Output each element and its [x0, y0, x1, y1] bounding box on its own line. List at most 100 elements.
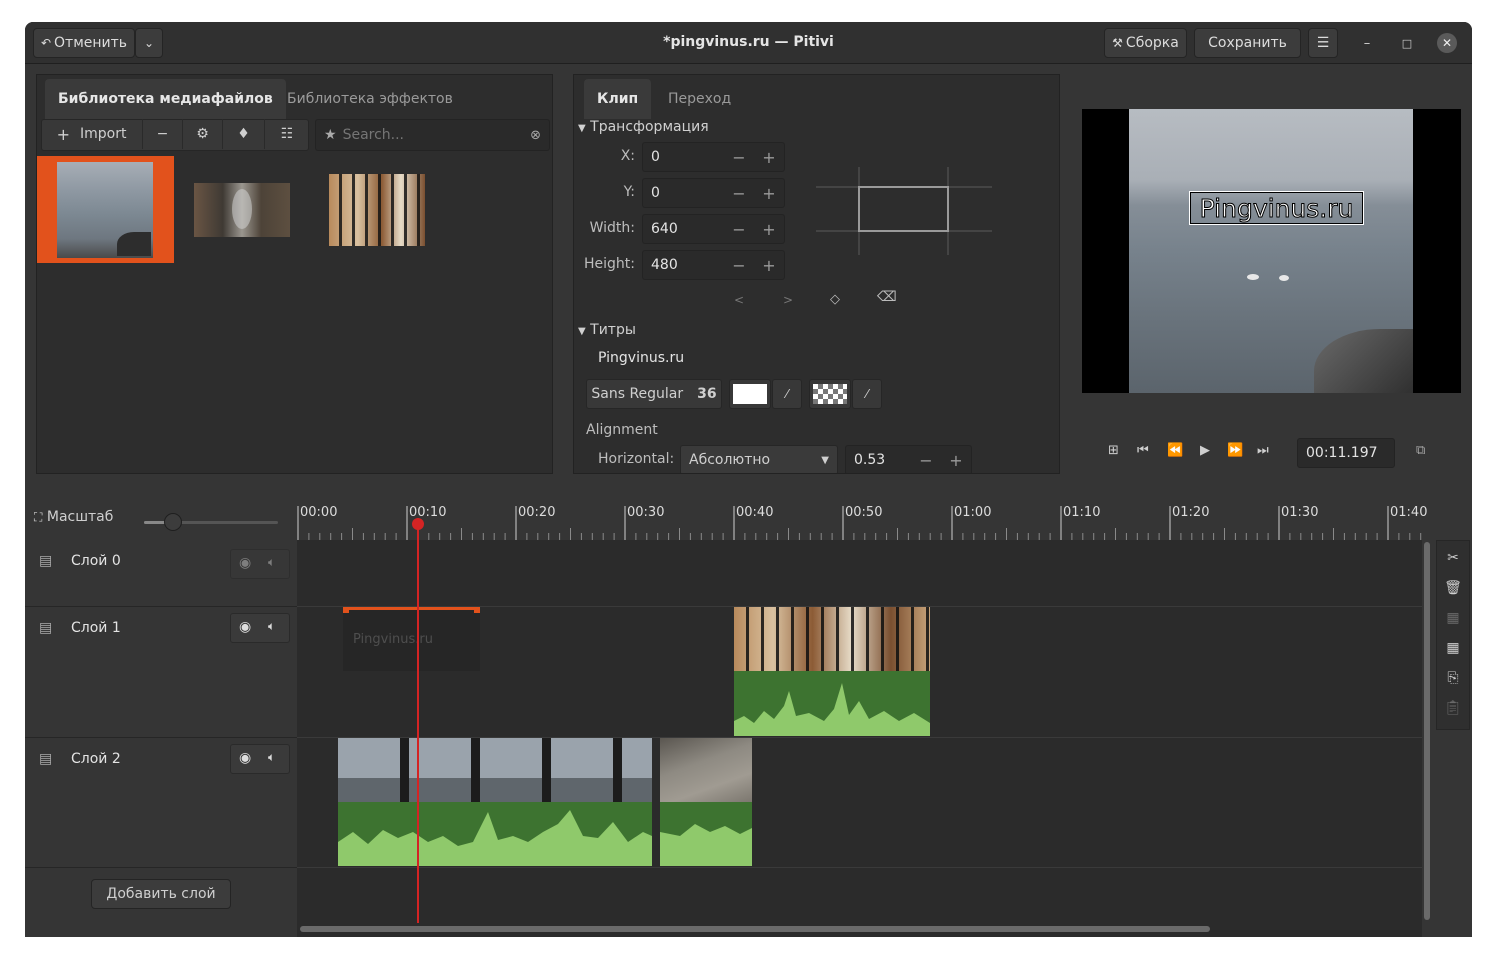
ruler-label: 00:50 — [845, 505, 883, 520]
paste-button[interactable]: 📋︎ — [1438, 693, 1468, 723]
decrement-icon[interactable]: − — [724, 184, 754, 203]
media-thumbnail[interactable] — [329, 174, 425, 246]
list-view-button[interactable]: ☷ — [265, 119, 309, 149]
horizontal-alignment-dropdown[interactable]: Абсолютно ▼ — [680, 445, 838, 473]
rewind-icon[interactable]: ⏪ — [1167, 443, 1183, 458]
redo-button[interactable]: ⌄ — [135, 28, 163, 58]
audio-waveform[interactable] — [338, 802, 652, 866]
ungroup-button[interactable]: ▦ — [1438, 603, 1468, 633]
search-input[interactable] — [342, 127, 531, 143]
copy-button[interactable]: ⎘ — [1438, 663, 1468, 693]
width-spinbox[interactable]: 640 − + — [642, 214, 785, 244]
title-overlay-box[interactable]: Pingvinus.ru — [1189, 191, 1364, 225]
search-box[interactable]: ★ ⊗ — [315, 119, 550, 151]
increment-icon[interactable]: + — [754, 220, 784, 239]
clip-properties-button[interactable]: ⚙ — [183, 119, 223, 149]
zoom-fit-button[interactable]: ⛶ Масштаб — [34, 509, 113, 525]
zoom-slider-handle[interactable] — [164, 513, 182, 531]
increment-icon[interactable]: + — [754, 148, 784, 167]
prev-keyframe-icon[interactable]: < — [734, 293, 744, 307]
timecode-entry[interactable]: 00:11.197 — [1297, 438, 1395, 468]
close-button[interactable]: ✕ — [1437, 33, 1457, 53]
tab-clip[interactable]: Клип — [584, 79, 652, 119]
import-button[interactable]: + Import — [41, 119, 143, 149]
minimize-button[interactable]: – — [1357, 33, 1377, 53]
menu-button[interactable]: ☰ — [1308, 28, 1338, 58]
video-clip-ground[interactable] — [660, 738, 752, 802]
title-clip[interactable]: Pingvinus.ru — [343, 607, 480, 671]
audio-waveform[interactable] — [660, 802, 752, 866]
tab-transition[interactable]: Переход — [655, 79, 744, 119]
remove-media-button[interactable]: − — [143, 119, 183, 149]
zoom-slider[interactable] — [144, 513, 278, 531]
play-icon[interactable]: ▶ — [1200, 443, 1210, 458]
audio-speaker-icon[interactable]: 🔈︎ — [268, 619, 275, 634]
fullscreen-grid-icon[interactable]: ⊞ — [1108, 443, 1119, 458]
text-color-picker-button[interactable]: ⁄ — [772, 379, 802, 409]
audio-waveform[interactable] — [734, 671, 930, 736]
background-color-button[interactable] — [809, 379, 851, 409]
layer-track-2[interactable] — [297, 738, 1422, 868]
height-spinbox[interactable]: 480 − + — [642, 250, 785, 280]
bg-color-picker-button[interactable]: ⁄ — [852, 379, 882, 409]
video-clip-lake[interactable] — [338, 738, 652, 802]
audio-speaker-icon[interactable]: 🔈︎ — [268, 555, 275, 570]
video-clip-tiger[interactable] — [734, 607, 930, 671]
undo-button[interactable]: ↶ Отменить — [33, 28, 135, 58]
tab-effects-library[interactable]: Библиотека эффектов — [274, 79, 466, 119]
visibility-eye-icon[interactable]: ◉ — [239, 750, 251, 766]
timeline-ruler[interactable]: 00:00 00:10 00:20 00:30 00:40 00:50 01:00 01:10… — [297, 500, 1427, 540]
maximize-button[interactable]: □ — [1397, 33, 1417, 53]
split-clip-button[interactable]: ✂ — [1438, 543, 1468, 573]
layer-track-0[interactable] — [297, 540, 1422, 607]
layer-header-0: ▤ Слой 0 ◉ 🔈︎ — [25, 540, 297, 607]
media-thumbnail[interactable] — [194, 183, 290, 237]
increment-icon[interactable]: + — [754, 256, 784, 275]
horizontal-value-spinbox[interactable]: 0.53 − + — [845, 445, 972, 473]
transform-preview[interactable] — [816, 167, 992, 255]
title-text-field[interactable]: Pingvinus.ru — [598, 350, 684, 366]
clear-search-icon[interactable]: ⊗ — [530, 128, 541, 143]
audio-speaker-icon[interactable]: 🔈︎ — [268, 750, 275, 765]
star-icon: ★ — [324, 127, 337, 143]
scissors-icon: ✂ — [1447, 550, 1459, 566]
fast-forward-icon[interactable]: ⏩ — [1227, 443, 1243, 458]
visibility-eye-icon[interactable]: ◉ — [239, 619, 251, 635]
playhead-line[interactable] — [417, 518, 419, 923]
timeline-horizontal-scrollbar[interactable] — [300, 926, 1210, 932]
transform-section-header[interactable]: ▼ Трансформация — [578, 119, 709, 135]
layer-track-1[interactable]: Pingvinus.ru — [297, 607, 1422, 738]
next-keyframe-icon[interactable]: > — [783, 293, 793, 307]
insert-at-end-button[interactable]: ♦ — [223, 119, 265, 149]
titles-section-header[interactable]: ▼ Титры — [578, 322, 636, 338]
trash-icon: 🗑︎ — [1444, 580, 1462, 596]
video-viewer[interactable]: Pingvinus.ru — [1082, 109, 1461, 393]
add-layer-button[interactable]: Добавить слой — [91, 879, 231, 909]
undock-viewer-icon[interactable]: ⧉ — [1416, 443, 1425, 458]
increment-icon[interactable]: + — [754, 184, 784, 203]
go-to-start-icon[interactable]: ⏮ — [1137, 443, 1149, 458]
font-button[interactable]: Sans Regular 36 — [586, 379, 722, 409]
keyframe-toggle-icon[interactable]: ◇ — [830, 292, 840, 307]
reset-eraser-icon[interactable]: ⌫ — [877, 289, 897, 305]
playhead-handle[interactable] — [412, 518, 424, 530]
y-spinbox[interactable]: 0 − + — [642, 178, 785, 208]
visibility-eye-icon[interactable]: ◉ — [239, 555, 251, 571]
x-spinbox[interactable]: 0 − + — [642, 142, 785, 172]
text-color-button[interactable] — [729, 379, 771, 409]
delete-clip-button[interactable]: 🗑︎ — [1438, 573, 1468, 603]
decrement-icon[interactable]: − — [724, 220, 754, 239]
undo-icon: ↶ — [40, 36, 52, 50]
render-button[interactable]: ⚒ Сборка — [1104, 28, 1187, 58]
tab-media-library[interactable]: Библиотека медиафайлов — [45, 79, 286, 119]
increment-icon[interactable]: + — [941, 451, 971, 470]
go-to-end-icon[interactable]: ⏭ — [1257, 443, 1269, 458]
timeline-vertical-scrollbar[interactable] — [1424, 542, 1430, 920]
decrement-icon[interactable]: − — [724, 148, 754, 167]
add-layer-area: Добавить слой — [25, 868, 297, 937]
media-item-selected[interactable] — [37, 156, 174, 263]
decrement-icon[interactable]: − — [911, 451, 941, 470]
save-button[interactable]: Сохранить — [1194, 28, 1301, 58]
group-button[interactable]: ▦ — [1438, 633, 1468, 663]
decrement-icon[interactable]: − — [724, 256, 754, 275]
